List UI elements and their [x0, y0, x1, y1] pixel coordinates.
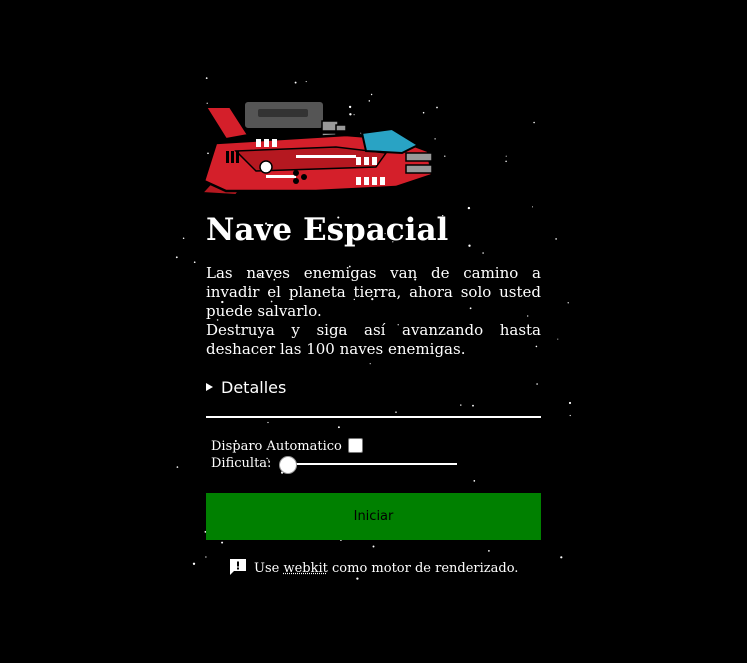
star [221, 541, 224, 544]
game-panel: Nave Espacial Las naves enemigas van de … [174, 67, 574, 596]
divider [206, 416, 541, 418]
star [560, 556, 563, 559]
star [472, 404, 474, 407]
star [182, 237, 185, 239]
spaceship-sprite [199, 100, 434, 197]
star [444, 155, 446, 157]
star [372, 545, 375, 548]
game-description: Las naves enemigas van de camino a invad… [206, 264, 541, 359]
star [505, 155, 507, 157]
description-paragraph-1: Las naves enemigas van de camino a invad… [206, 264, 541, 320]
engine-name: webkit [283, 561, 328, 576]
star [482, 252, 484, 254]
game-title: Nave Espacial [206, 212, 449, 248]
engine-note: Use webkit como motor de renderizado. [228, 557, 518, 579]
star [467, 206, 471, 210]
star [192, 562, 196, 565]
details-label: Detalles [221, 378, 287, 397]
disclosure-triangle-icon [206, 383, 213, 391]
star [473, 480, 476, 482]
star [533, 121, 535, 124]
engine-note-prefix: Use [254, 561, 280, 576]
star [267, 421, 269, 424]
feedback-alert-icon [230, 559, 246, 575]
description-paragraph-2: Destruya y siga así avanzando hasta desh… [206, 321, 541, 358]
star [555, 238, 557, 240]
star [536, 383, 538, 385]
star [337, 426, 340, 429]
star [294, 81, 297, 84]
engine-note-suffix: como motor de renderizado. [332, 561, 519, 576]
star [305, 81, 307, 83]
auto-fire-checkbox[interactable] [347, 438, 363, 453]
difficulty-slider[interactable] [279, 456, 457, 474]
star [569, 414, 571, 417]
difficulty-label: Dificulta: [211, 456, 272, 471]
star [468, 244, 471, 247]
start-button[interactable]: Iniciar [206, 493, 541, 540]
star [369, 363, 371, 365]
star [460, 404, 462, 406]
difficulty-option: Dificulta: [211, 456, 271, 471]
star [488, 550, 490, 552]
star [568, 401, 572, 405]
star [176, 466, 179, 468]
star [531, 206, 534, 208]
star [505, 160, 507, 163]
slider-thumb[interactable] [279, 456, 297, 474]
details-toggle[interactable]: Detalles [206, 378, 286, 398]
star [205, 556, 207, 558]
star [175, 256, 178, 259]
star [436, 106, 438, 109]
star [205, 77, 208, 79]
star [567, 302, 569, 304]
auto-fire-option: Disparo Automatico [211, 438, 363, 454]
slider-track [288, 463, 457, 465]
auto-fire-label: Disparo Automatico [211, 439, 342, 454]
star [557, 338, 559, 340]
star [193, 261, 196, 264]
star [395, 411, 397, 413]
